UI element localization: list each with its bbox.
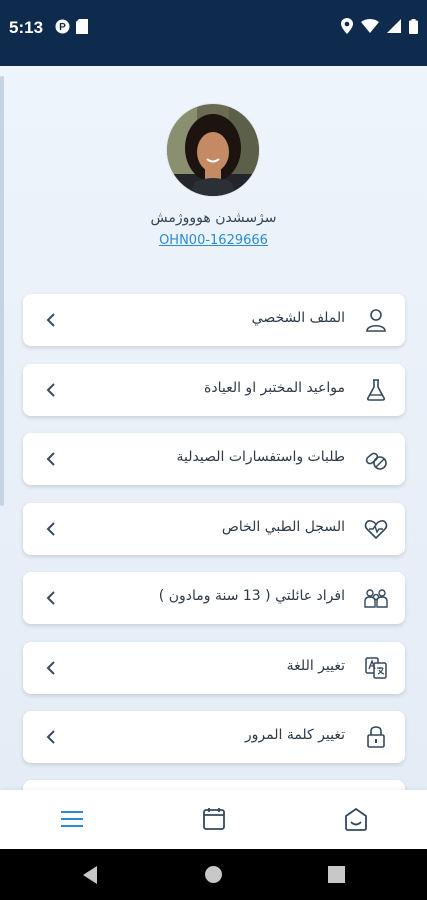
avatar-image	[167, 104, 259, 196]
menu-item-label: تغيير كلمة المرور	[244, 727, 345, 743]
home-icon[interactable]	[342, 805, 370, 833]
battery-icon	[409, 18, 418, 34]
menu-item-personal-profile[interactable]: الملف الشخصي	[23, 294, 405, 346]
menu-item-change-password[interactable]: تغيير كلمة المرور	[23, 711, 405, 763]
lock-icon	[367, 726, 385, 748]
bottom-navigation	[0, 790, 427, 849]
translate-icon	[365, 657, 387, 679]
profile-menu-screen[interactable]: سژسشدن هوووژمش OHN00-1629666 الملف الشخص…	[0, 66, 427, 790]
avatar	[167, 104, 259, 196]
flask-icon	[366, 379, 386, 401]
status-time: 5:13	[9, 18, 44, 37]
menu-item-label: مواعيد المختبر او العيادة	[204, 380, 345, 396]
sd-card-icon	[76, 19, 88, 34]
chevron-left-icon	[46, 730, 55, 744]
user-name: سژسشدن هوووژمش	[150, 210, 277, 226]
hamburger-menu-icon[interactable]	[58, 805, 86, 833]
chevron-left-icon	[46, 383, 55, 397]
chevron-left-icon	[46, 522, 55, 536]
menu-item-family-members[interactable]: افراد عائلتي ( 13 سنة ومادون )	[23, 572, 405, 624]
menu-item-change-language[interactable]: تغيير اللغة	[23, 642, 405, 694]
location-icon	[341, 18, 353, 34]
user-file-number-link[interactable]: OHN00-1629666	[0, 233, 427, 248]
menu-item-label: افراد عائلتي ( 13 سنة ومادون )	[158, 588, 345, 604]
recent-apps-icon[interactable]	[328, 866, 345, 883]
menu-item-lab-appointments[interactable]: مواعيد المختبر او العيادة	[23, 364, 405, 416]
system-navigation-bar	[0, 849, 427, 900]
svg-text:P: P	[59, 22, 66, 33]
back-icon[interactable]	[81, 865, 99, 885]
notification-p-icon: P	[55, 19, 70, 34]
menu-item-label: طلبات واستفسارات الصيدلية	[176, 449, 346, 465]
person-icon	[366, 309, 386, 332]
calendar-icon[interactable]	[200, 805, 228, 833]
chevron-left-icon	[46, 452, 55, 466]
home-circle-icon[interactable]	[204, 865, 223, 884]
wifi-icon	[361, 19, 379, 33]
menu-item-pharmacy-requests[interactable]: طلبات واستفسارات الصيدلية	[23, 433, 405, 485]
family-icon	[364, 589, 388, 608]
chevron-left-icon	[46, 661, 55, 675]
status-bar: 5:13 P	[0, 0, 427, 66]
chevron-left-icon	[46, 313, 55, 327]
heart-pulse-icon	[364, 520, 388, 540]
menu-item-medical-record[interactable]: السجل الطبي الخاص	[23, 503, 405, 555]
menu-item-label: الملف الشخصي	[251, 310, 345, 326]
pills-icon	[365, 452, 387, 470]
chevron-left-icon	[46, 591, 55, 605]
menu-item-partial[interactable]	[23, 780, 405, 790]
menu-item-label: تغيير اللغة	[286, 658, 345, 674]
signal-icon	[387, 19, 401, 33]
scrollbar[interactable]	[0, 76, 4, 506]
menu-item-label: السجل الطبي الخاص	[221, 519, 345, 535]
